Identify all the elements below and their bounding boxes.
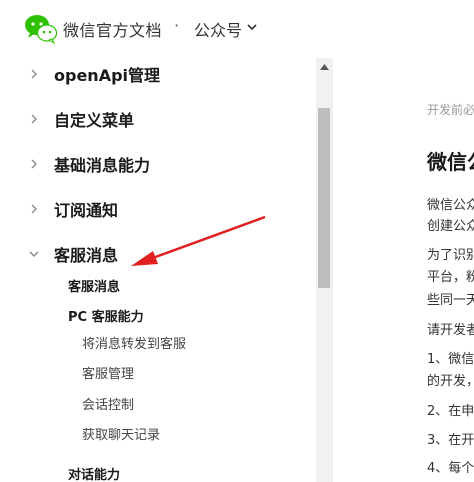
paragraph-line: 请开发者: [427, 323, 474, 338]
sub-item-history[interactable]: 获取聊天记录: [82, 424, 160, 443]
paragraph-line: 创建公众: [427, 219, 474, 234]
breadcrumb[interactable]: 开发前必: [427, 101, 474, 118]
sub-item-manage[interactable]: 客服管理: [82, 363, 134, 382]
brand-title[interactable]: 微信官方文档: [63, 17, 162, 41]
chevron-right-icon: [31, 114, 37, 124]
wechat-logo-icon[interactable]: [24, 14, 58, 44]
sidebar-item-basic-message[interactable]: 基础消息能力: [0, 148, 310, 182]
sub-item-dialog[interactable]: 对话能力: [68, 464, 120, 482]
sidebar-item-custom-menu[interactable]: 自定义菜单: [0, 103, 310, 137]
paragraph-line: 的开发，: [427, 374, 474, 389]
sidebar-item-openapi[interactable]: openApi管理: [0, 58, 310, 92]
paragraph-line: 2、在申: [427, 404, 474, 419]
page-title: 微信公: [427, 150, 474, 174]
scrollbar-thumb[interactable]: [318, 108, 330, 288]
chevron-down-icon: [29, 251, 39, 257]
separator-dot: ·: [174, 16, 180, 35]
sidebar-item-label: 自定义菜单: [54, 111, 135, 130]
sub-item-pc-kefu[interactable]: PC 客服能力: [68, 306, 144, 325]
paragraph-line: 1、微信: [427, 352, 474, 367]
sidebar-item-label: 订阅通知: [54, 201, 119, 220]
top-header: 微信官方文档 · 公众号: [0, 0, 474, 58]
sub-item-kefu-message[interactable]: 客服消息: [68, 276, 120, 295]
paragraph-line: 3、在开: [427, 433, 474, 448]
sidebar-item-customer-service[interactable]: 客服消息: [0, 238, 310, 272]
sub-item-forward[interactable]: 将消息转发到客服: [82, 333, 186, 352]
paragraph-line: 些同一天: [427, 293, 474, 308]
paragraph-line: 平台，粉: [427, 270, 474, 285]
sidebar-item-subscribe[interactable]: 订阅通知: [0, 193, 310, 227]
paragraph-line: 为了识别: [427, 248, 474, 263]
sidebar-nav: openApi管理 自定义菜单 基础消息能力 订阅通知 客服消息 客服消息 PC…: [0, 58, 333, 482]
product-selector[interactable]: 公众号: [194, 17, 242, 41]
chevron-right-icon: [31, 69, 37, 79]
paragraph-line: 微信公众: [427, 198, 474, 213]
scroll-up-arrow-icon[interactable]: [320, 64, 329, 70]
sidebar-item-label: 客服消息: [54, 246, 119, 265]
chevron-down-icon[interactable]: [246, 22, 258, 32]
chevron-right-icon: [31, 159, 37, 169]
sub-item-session[interactable]: 会话控制: [82, 394, 134, 413]
sidebar-item-label: 基础消息能力: [54, 156, 151, 175]
doc-content: 开发前必 微信公 微信公众 创建公众 为了识别 平台，粉 些同一天 请开发者 1…: [334, 58, 474, 482]
sidebar-item-label: openApi管理: [54, 66, 161, 85]
chevron-right-icon: [31, 204, 37, 214]
paragraph-line: 4、每个: [427, 461, 474, 476]
